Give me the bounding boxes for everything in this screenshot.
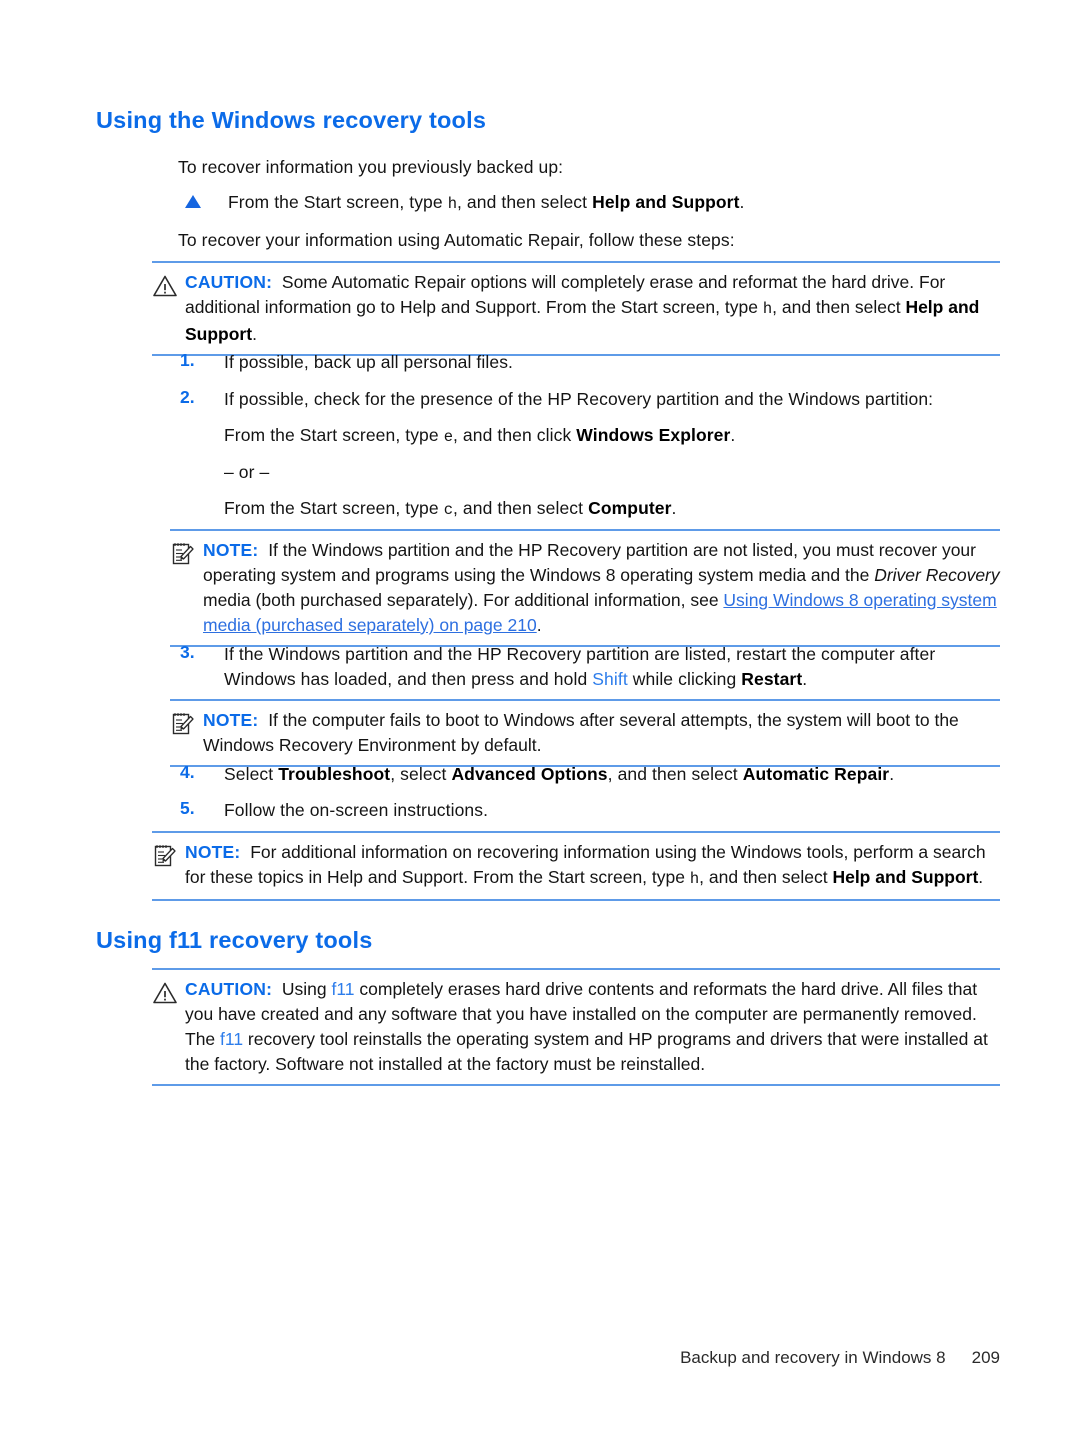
- notepad-pencil-icon: [170, 541, 196, 567]
- step2a-bold: Windows Explorer: [576, 425, 731, 445]
- key-f11: f11: [220, 1029, 244, 1049]
- note-box-additional-information: NOTE: For additional information on reco…: [152, 831, 1000, 901]
- notepad-pencil-icon: [152, 843, 178, 869]
- caution-box-f11-erase: CAUTION: Using f11 completely erases har…: [152, 968, 1000, 1086]
- or-separator: – or –: [224, 462, 270, 482]
- note3-text-3: .: [978, 867, 984, 887]
- caution-box-automatic-repair: CAUTION: Some Automatic Repair options w…: [152, 261, 1000, 356]
- step3-mid: while clicking: [627, 669, 742, 689]
- note-label: NOTE:: [203, 540, 259, 560]
- page-title-windows-recovery-tools: Using the Windows recovery tools: [96, 107, 487, 133]
- note-box-boot-failure: NOTE: If the computer fails to boot to W…: [170, 699, 1000, 767]
- step2b-post: .: [671, 498, 677, 518]
- caution-text-3: .: [252, 324, 257, 344]
- step-number-5: 5.: [180, 798, 195, 818]
- document-page: Using the Windows recovery tools To reco…: [0, 0, 1080, 1437]
- step-2-sub-a: From the Start screen, type e, and then …: [224, 423, 1014, 450]
- bullet-text-bold: Help and Support: [592, 192, 740, 212]
- step4-bold-automatic-repair: Automatic Repair: [742, 764, 890, 784]
- notepad-pencil-icon: [170, 711, 196, 737]
- step2b-mid: , and then select: [453, 498, 589, 518]
- step-number-4: 4.: [180, 762, 195, 782]
- step-item-2: If possible, check for the presence of t…: [224, 389, 934, 409]
- step2b-bold: Computer: [588, 498, 672, 518]
- f11-heading-post: recovery tools: [202, 927, 373, 953]
- caution-box-text: CAUTION: Using f11 completely erases har…: [152, 977, 1000, 1077]
- key-h: h: [447, 195, 457, 213]
- note1-text-3: .: [536, 615, 542, 635]
- key-c: c: [443, 501, 453, 519]
- f11-heading-pre: Using: [96, 927, 170, 953]
- key-f11: f11: [331, 979, 355, 999]
- step3-pre: If the Windows partition and the HP Reco…: [224, 644, 936, 689]
- step4-bold-advanced-options: Advanced Options: [451, 764, 608, 784]
- f11-heading-key: f11: [169, 927, 203, 953]
- page-footer: Backup and recovery in Windows 8 209: [680, 1348, 1000, 1368]
- step-number-1: 1.: [180, 350, 195, 370]
- note1-text-1: If the Windows partition and the HP Reco…: [203, 540, 976, 585]
- note-box-text: NOTE: If the Windows partition and the H…: [170, 538, 1000, 638]
- caution2-text-1: Using: [281, 979, 332, 999]
- step4-mid-1: , select: [390, 764, 452, 784]
- step3-post: .: [802, 669, 808, 689]
- warning-triangle-icon: [152, 273, 178, 299]
- step-item-4: Select Troubleshoot, select Advanced Opt…: [224, 762, 1014, 787]
- step-number-3: 3.: [180, 642, 195, 662]
- step-item-5: Follow the on-screen instructions.: [224, 800, 489, 820]
- note-label: NOTE:: [203, 710, 259, 730]
- step-item-1: If possible, back up all personal files.: [224, 352, 514, 372]
- step4-pre: Select: [224, 764, 279, 784]
- caution-text-2: , and then select: [772, 297, 906, 317]
- intro-paragraph-2: To recover your information using Automa…: [178, 230, 735, 250]
- step4-mid-2: , and then select: [607, 764, 743, 784]
- step2a-pre: From the Start screen, type: [224, 425, 444, 445]
- step3-bold: Restart: [741, 669, 803, 689]
- note-label: NOTE:: [185, 842, 241, 862]
- bullet-text-mid: , and then select: [457, 192, 593, 212]
- note-box-text: NOTE: For additional information on reco…: [152, 840, 1000, 892]
- key-h: h: [762, 300, 773, 318]
- note-box-text: NOTE: If the computer fails to boot to W…: [170, 708, 1000, 758]
- note1-text-2: media (both purchased separately). For a…: [203, 590, 724, 610]
- note-box-partition-not-listed: NOTE: If the Windows partition and the H…: [170, 529, 1000, 647]
- caution-label: CAUTION:: [185, 272, 273, 292]
- bullet-item-help-support: From the Start screen, type h, and then …: [228, 190, 1018, 217]
- step4-bold-troubleshoot: Troubleshoot: [278, 764, 391, 784]
- caution-label: CAUTION:: [185, 979, 273, 999]
- page-title-f11-recovery-tools: Using f11 recovery tools: [96, 927, 372, 954]
- caution-box-text: CAUTION: Some Automatic Repair options w…: [152, 270, 1000, 347]
- key-h: h: [689, 870, 700, 888]
- intro-paragraph-1: To recover information you previously ba…: [178, 157, 564, 177]
- step4-post: .: [889, 764, 895, 784]
- note3-text-2: , and then select: [699, 867, 833, 887]
- key-shift: Shift: [592, 669, 628, 689]
- bullet-text-post: .: [739, 192, 745, 212]
- footer-page-number: 209: [971, 1348, 1000, 1367]
- triangle-bullet-icon: [185, 195, 201, 208]
- caution2-text-3: recovery tool reinstalls the operating s…: [185, 1029, 988, 1074]
- warning-triangle-icon: [152, 980, 178, 1006]
- step-number-2: 2.: [180, 387, 195, 407]
- step2a-mid: , and then click: [453, 425, 577, 445]
- step2a-post: .: [730, 425, 736, 445]
- footer-chapter-title: Backup and recovery in Windows 8: [680, 1348, 946, 1367]
- key-e: e: [443, 428, 453, 446]
- step-2-sub-b: From the Start screen, type c, and then …: [224, 496, 1014, 523]
- step2b-pre: From the Start screen, type: [224, 498, 444, 518]
- step-item-3: If the Windows partition and the HP Reco…: [224, 642, 949, 692]
- note3-bold: Help and Support: [832, 867, 979, 887]
- note2-text: If the computer fails to boot to Windows…: [203, 710, 959, 755]
- note1-italic-driver-recovery: Driver Recovery: [874, 565, 1000, 585]
- bullet-text-pre: From the Start screen, type: [228, 192, 448, 212]
